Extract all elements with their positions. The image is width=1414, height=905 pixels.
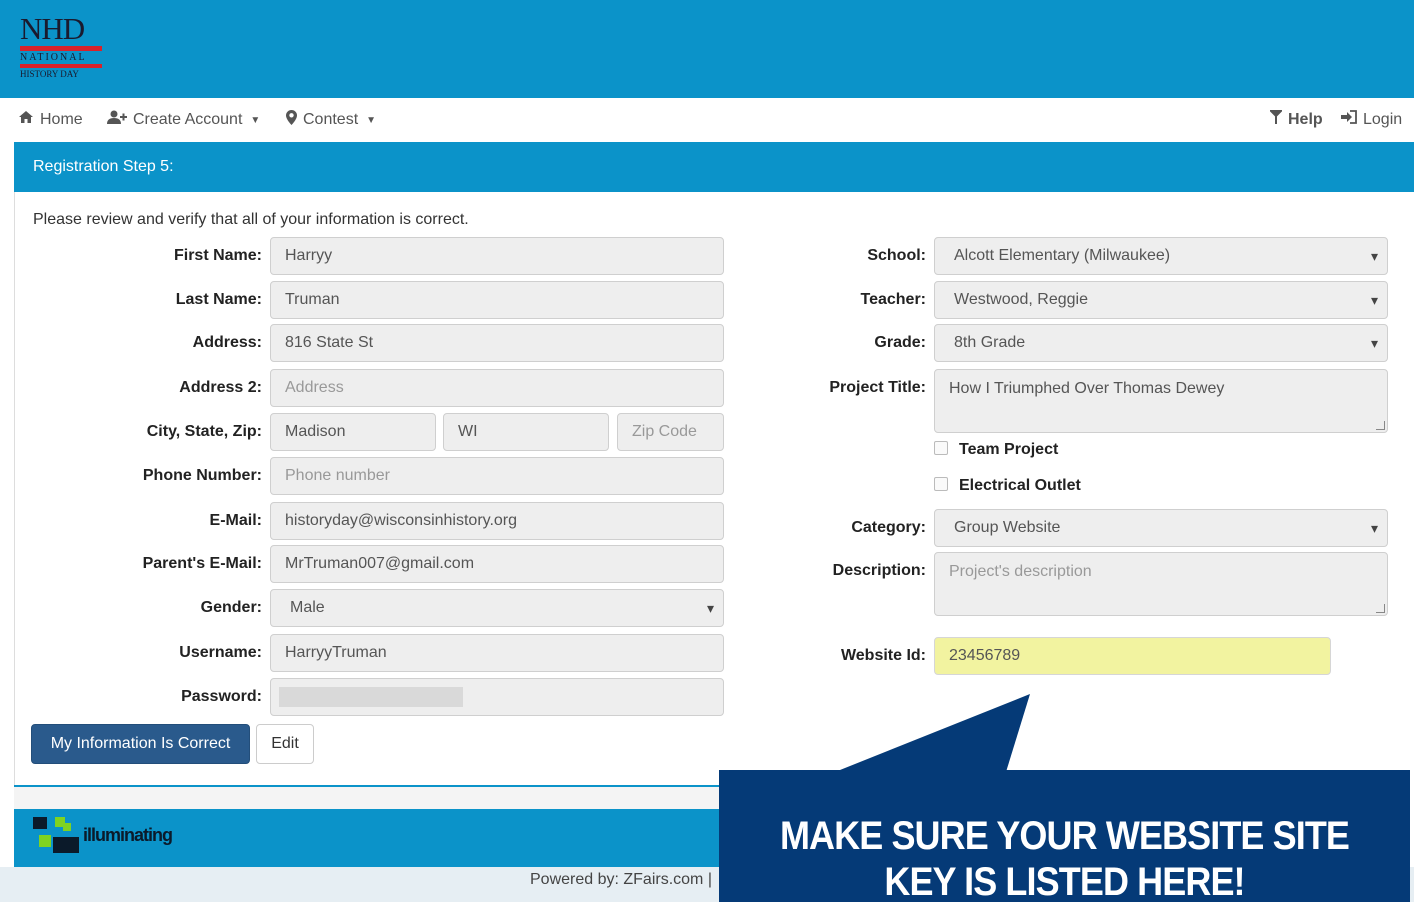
teacher-select[interactable]: Westwood, Reggie	[934, 281, 1388, 319]
phone-label: Phone Number:	[142, 467, 262, 484]
chevron-down-icon: ▼	[366, 114, 377, 126]
category-label: Category:	[851, 519, 926, 536]
school-select[interactable]: Alcott Elementary (Milwaukee)	[934, 237, 1388, 275]
electrical-outlet-label: Electrical Outlet	[959, 477, 1081, 494]
intro-text: Please review and verify that all of you…	[33, 211, 469, 228]
gender-label: Gender:	[200, 599, 262, 616]
registration-step-header: Registration Step 5:	[14, 142, 1414, 192]
step-title: Registration Step 5:	[33, 158, 174, 175]
team-project-checkbox[interactable]	[934, 441, 948, 455]
last-name-field[interactable]: Truman	[270, 281, 724, 319]
address2-label: Address 2:	[179, 379, 262, 396]
confirm-info-button[interactable]: My Information Is Correct	[31, 724, 250, 764]
category-select[interactable]: Group Website	[934, 509, 1388, 547]
email-label: E-Mail:	[209, 512, 262, 529]
nav-create-account-label: Create Account	[133, 111, 243, 128]
electrical-outlet-checkbox[interactable]	[934, 477, 948, 491]
nav-help[interactable]: Help	[1268, 110, 1323, 130]
zip-field[interactable]: Zip Code	[617, 413, 724, 451]
project-title-label: Project Title:	[829, 379, 926, 396]
logo-nhd-text: NHD	[20, 11, 85, 46]
navbar: Home Create Account ▼ Contest ▼ Help Log…	[0, 98, 1414, 142]
first-name-label: First Name:	[173, 247, 262, 264]
grade-select[interactable]: 8th Grade	[934, 324, 1388, 362]
map-marker-icon	[286, 110, 297, 130]
callout-line-2: KEY IS LISTED HERE!	[884, 860, 1245, 904]
username-label: Username:	[179, 644, 262, 661]
first-name-field[interactable]: Harryy	[270, 237, 724, 275]
password-mask	[279, 687, 463, 707]
website-id-label: Website Id:	[840, 647, 926, 664]
password-label: Password:	[181, 688, 262, 705]
gender-select[interactable]: Male	[270, 589, 724, 627]
email-field[interactable]: historyday@wisconsinhistory.org	[270, 502, 724, 540]
nav-create-account[interactable]: Create Account ▼	[107, 110, 260, 130]
teacher-label: Teacher:	[860, 291, 926, 308]
last-name-label: Last Name:	[175, 291, 262, 308]
state-field[interactable]: WI	[443, 413, 609, 451]
school-label: School:	[867, 247, 926, 264]
illuminating-text: illuminating	[83, 824, 173, 845]
nav-login-label: Login	[1363, 110, 1403, 128]
logo-red-bar-2	[20, 64, 102, 68]
address-label: Address:	[192, 334, 262, 351]
header-bar	[0, 0, 1414, 98]
nhd-logo[interactable]: NHD NATIONAL HISTORY DAY	[20, 11, 104, 88]
illuminating-mark-icon	[33, 815, 79, 855]
callout-line-1: MAKE SURE YOUR WEBSITE SITE	[779, 814, 1350, 858]
description-textarea[interactable]: Project's description	[934, 552, 1388, 616]
website-id-field[interactable]: 23456789	[934, 637, 1331, 675]
add-user-icon	[107, 110, 127, 130]
login-icon	[1341, 110, 1357, 129]
parent-email-label: Parent's E-Mail:	[142, 555, 262, 572]
logo-red-bar	[20, 46, 102, 51]
logo-history-day-text: HISTORY DAY	[20, 69, 79, 79]
team-project-label: Team Project	[959, 441, 1059, 458]
edit-button[interactable]: Edit	[256, 724, 314, 764]
nav-help-label: Help	[1288, 111, 1323, 128]
nav-home[interactable]: Home	[18, 110, 83, 129]
nav-login[interactable]: Login	[1341, 110, 1402, 129]
address-field[interactable]: 816 State St	[270, 324, 724, 362]
parent-email-field[interactable]: MrTruman007@gmail.com	[270, 545, 724, 583]
city-state-zip-label: City, State, Zip:	[146, 423, 262, 440]
callout-text: MAKE SURE YOUR WEBSITE SITE KEY IS LISTE…	[754, 813, 1376, 905]
username-field[interactable]: HarryyTruman	[270, 634, 724, 672]
grade-label: Grade:	[874, 334, 926, 351]
callout-pointer	[830, 694, 1030, 774]
city-field[interactable]: Madison	[270, 413, 436, 451]
chevron-down-icon: ▼	[250, 114, 261, 126]
address2-field[interactable]: Address	[270, 369, 724, 407]
description-label: Description:	[832, 562, 926, 579]
nav-contest-label: Contest	[303, 111, 359, 128]
home-icon	[18, 110, 34, 129]
illuminating-logo[interactable]: illuminating	[33, 815, 173, 855]
nav-home-label: Home	[40, 110, 83, 128]
powered-by-text: Powered by: ZFairs.com |	[530, 871, 712, 888]
nav-contest[interactable]: Contest ▼	[286, 110, 376, 130]
logo-national-text: NATIONAL	[20, 52, 87, 63]
phone-field[interactable]: Phone number	[270, 457, 724, 495]
help-icon	[1268, 110, 1284, 130]
project-title-textarea[interactable]: How I Triumphed Over Thomas Dewey	[934, 369, 1388, 433]
